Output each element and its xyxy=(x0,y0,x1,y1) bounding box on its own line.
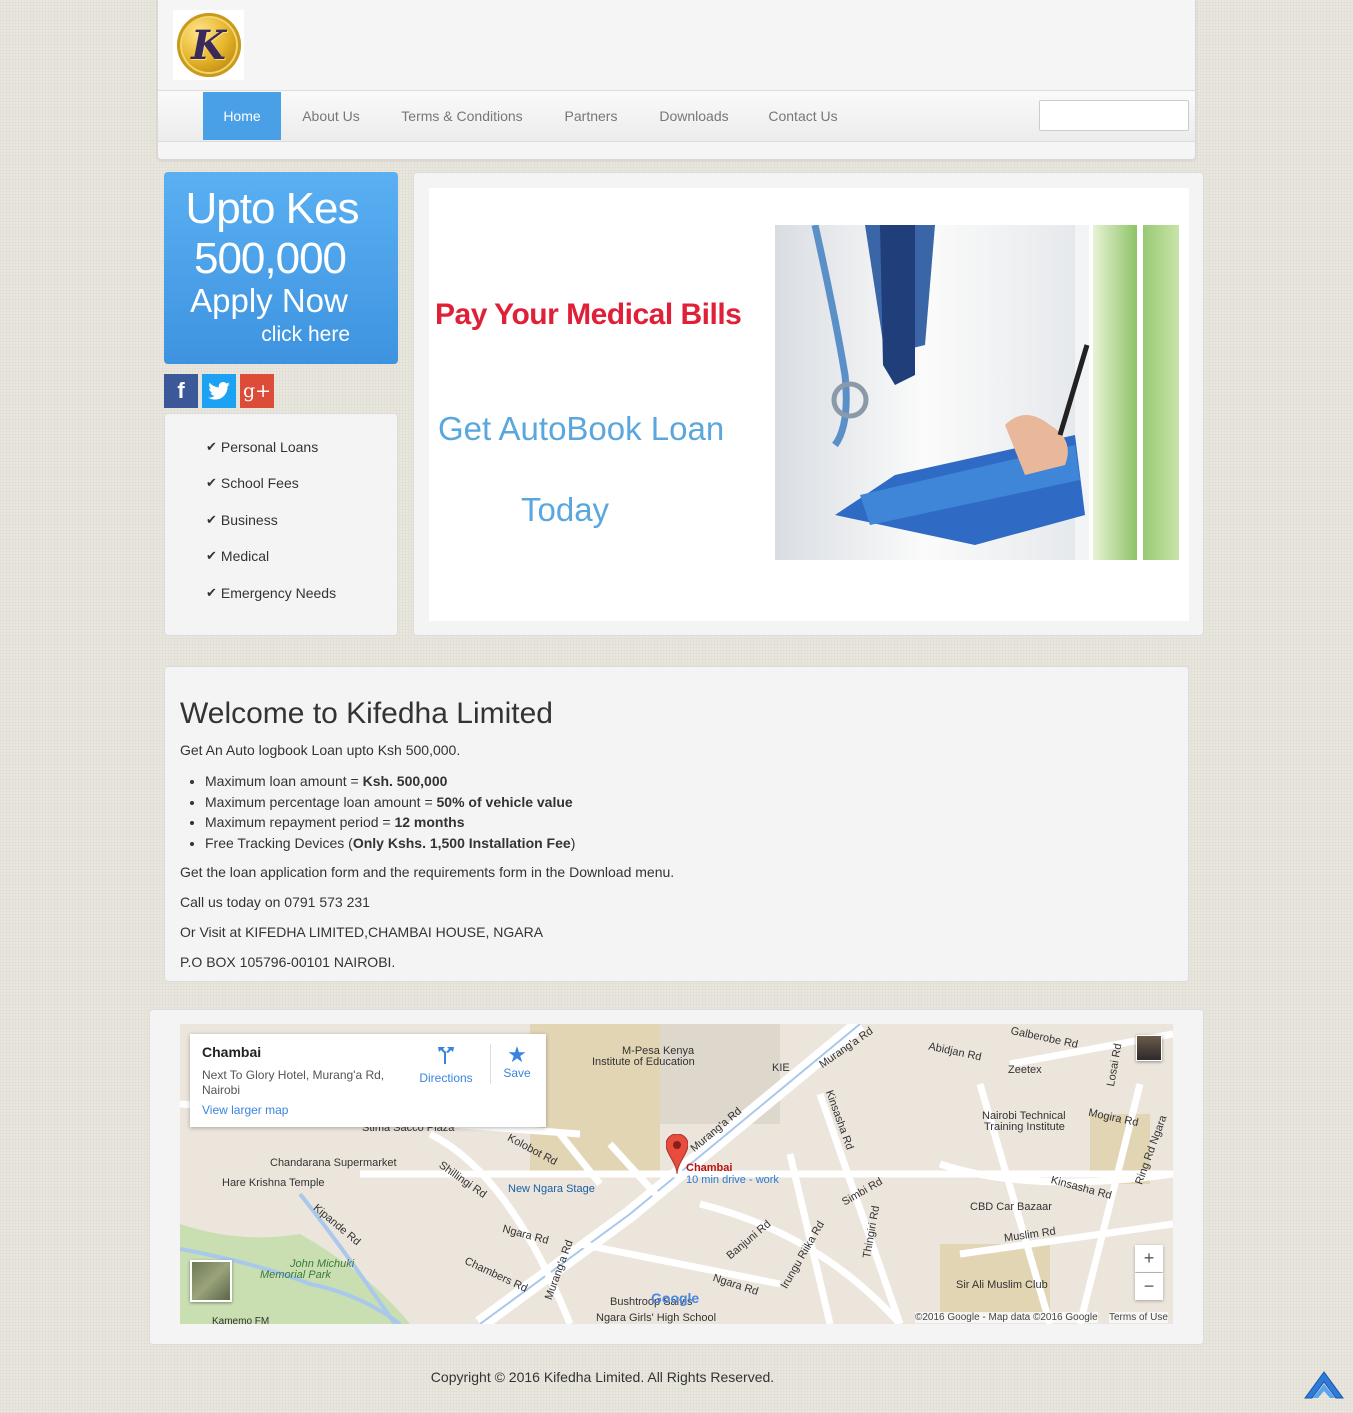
map-label: Institute of Education xyxy=(592,1056,695,1068)
download-note: Get the loan application form and the re… xyxy=(180,864,675,880)
place-address-1: Next To Glory Hotel, Murang'a Rd, xyxy=(202,1068,385,1082)
slide-headline: Pay Your Medical Bills xyxy=(435,298,742,331)
loan-term-item: Maximum percentage loan amount = 50% of … xyxy=(205,792,575,813)
map-info-card: Chambai Next To Glory Hotel, Murang'a Rd… xyxy=(190,1034,546,1127)
map-terms-link[interactable]: Terms of Use xyxy=(1109,1312,1168,1323)
map-pin-sublabel: 10 min drive - work xyxy=(686,1174,779,1186)
map-pin-icon[interactable] xyxy=(666,1134,688,1176)
logo-letter: K xyxy=(191,21,226,69)
slide-line-2: Get AutoBook Loan xyxy=(438,410,725,447)
loan-item-emergency[interactable]: ✔ Emergency Needs xyxy=(206,585,336,601)
loan-term-item: Maximum repayment period = 12 months xyxy=(205,812,575,833)
facebook-icon: f xyxy=(177,378,185,403)
logo-coin-icon: K xyxy=(176,13,241,77)
loan-item-business[interactable]: ✔ Business xyxy=(206,512,278,528)
street-view-thumbnail[interactable] xyxy=(1136,1035,1162,1061)
save-button[interactable]: ★ Save xyxy=(497,1042,537,1081)
loan-item-school-fees[interactable]: ✔ School Fees xyxy=(206,475,299,491)
place-name: Chambai xyxy=(202,1044,262,1060)
map-label: Ngara Girls' High School xyxy=(596,1312,717,1324)
zoom-in-button[interactable]: + xyxy=(1135,1245,1163,1272)
slider-image[interactable]: Pay Your Medical Bills Get AutoBook Loan… xyxy=(429,188,1189,621)
slide-line-3: Today xyxy=(521,491,610,528)
call-text: Call us today on 0791 573 231 xyxy=(180,894,370,910)
directions-icon xyxy=(438,1047,454,1064)
welcome-intro: Get An Auto logbook Loan upto Ksh 500,00… xyxy=(180,742,461,758)
site-logo[interactable]: K xyxy=(173,10,244,80)
apply-now-banner[interactable]: Upto Kes 500,000 Apply Now click here xyxy=(164,172,398,364)
nav-home[interactable]: Home xyxy=(203,92,281,140)
map-label: KIE xyxy=(772,1062,790,1074)
scroll-to-top-icon[interactable] xyxy=(1303,1366,1345,1402)
googleplus-button[interactable]: g+ xyxy=(240,374,274,408)
loan-item-label: Business xyxy=(220,512,278,528)
map-label: Sir Ali Muslim Club xyxy=(956,1279,1048,1291)
welcome-title: Welcome to Kifedha Limited xyxy=(180,697,553,730)
slider-panel: Pay Your Medical Bills Get AutoBook Loan… xyxy=(413,172,1204,636)
map-label: Hare Krishna Temple xyxy=(222,1177,325,1189)
loan-term-item: Maximum loan amount = Ksh. 500,000 xyxy=(205,771,575,792)
search-input[interactable] xyxy=(1039,100,1189,131)
visit-text: Or Visit at KIFEDHA LIMITED,CHAMBAI HOUS… xyxy=(180,924,544,940)
directions-button[interactable]: Directions xyxy=(416,1044,476,1085)
star-icon: ★ xyxy=(507,1042,527,1067)
map-panel: M-Pesa Kenya Institute of Education KIE … xyxy=(149,1009,1204,1345)
nav-about-us[interactable]: About Us xyxy=(288,92,374,140)
satellite-toggle[interactable] xyxy=(190,1260,232,1302)
loan-item-label: Emergency Needs xyxy=(220,585,337,601)
zoom-out-button[interactable]: − xyxy=(1135,1273,1163,1300)
place-address-2: Nairobi xyxy=(202,1083,241,1097)
doctor-image xyxy=(775,225,1179,560)
check-icon: ✔ xyxy=(206,512,217,527)
map-label: CBD Car Bazaar xyxy=(970,1201,1052,1213)
loan-item-label: School Fees xyxy=(220,475,299,491)
twitter-button[interactable] xyxy=(202,374,236,408)
card-divider xyxy=(490,1044,491,1084)
check-icon: ✔ xyxy=(206,475,217,490)
save-label: Save xyxy=(503,1066,531,1080)
check-icon: ✔ xyxy=(206,585,217,600)
googleplus-icon: g+ xyxy=(242,380,272,402)
nav-downloads[interactable]: Downloads xyxy=(646,92,742,140)
footer-copyright: Copyright © 2016 Kifedha Limited. All Ri… xyxy=(430,1369,775,1385)
map-pin-label: Chambai xyxy=(686,1162,733,1174)
map-label: Chandarana Supermarket xyxy=(270,1157,397,1169)
directions-label: Directions xyxy=(419,1071,473,1085)
loan-item-label: Personal Loans xyxy=(220,439,319,455)
nav-partners[interactable]: Partners xyxy=(553,92,629,140)
loan-terms-list: Maximum loan amount = Ksh. 500,000 Maxim… xyxy=(205,771,575,853)
map-copyright: ©2016 Google - Map data ©2016 Google xyxy=(915,1312,1098,1323)
nav-contact-us[interactable]: Contact Us xyxy=(756,92,850,140)
pobox-text: P.O BOX 105796-00101 NAIROBI. xyxy=(180,954,396,970)
loan-item-personal[interactable]: ✔ Personal Loans xyxy=(206,439,318,455)
map-label: Kamemo FM xyxy=(212,1316,270,1324)
banner-line-1: Upto Kes xyxy=(185,184,360,233)
loan-item-medical[interactable]: ✔ Medical xyxy=(206,548,269,564)
welcome-section: Welcome to Kifedha Limited Get An Auto l… xyxy=(164,666,1189,982)
loan-item-label: Medical xyxy=(220,548,270,564)
site-header: K Home About Us Terms & Conditions Partn… xyxy=(157,0,1196,160)
banner-amount: 500,000 xyxy=(193,234,347,283)
map-label: Training Institute xyxy=(984,1121,1065,1133)
view-larger-map-link[interactable]: View larger map xyxy=(202,1103,288,1117)
check-icon: ✔ xyxy=(206,548,217,563)
map-label: New Ngara Stage xyxy=(508,1183,595,1195)
twitter-icon xyxy=(208,382,230,400)
nav-terms-conditions[interactable]: Terms & Conditions xyxy=(388,92,536,140)
banner-click-here: click here xyxy=(261,323,350,346)
google-logo: Google xyxy=(651,1290,700,1306)
main-navbar: Home About Us Terms & Conditions Partner… xyxy=(158,90,1195,142)
loan-types-list: ✔ Personal Loans ✔ School Fees ✔ Business ✔… xyxy=(164,413,398,636)
banner-apply-now: Apply Now xyxy=(190,282,348,319)
google-map[interactable]: M-Pesa Kenya Institute of Education KIE … xyxy=(180,1024,1173,1324)
map-label: Memorial Park xyxy=(260,1269,331,1281)
map-label: Zeetex xyxy=(1008,1064,1042,1076)
facebook-button[interactable]: f xyxy=(164,374,198,408)
loan-term-item: Free Tracking Devices (Only Kshs. 1,500 … xyxy=(205,833,575,854)
check-icon: ✔ xyxy=(206,439,217,454)
